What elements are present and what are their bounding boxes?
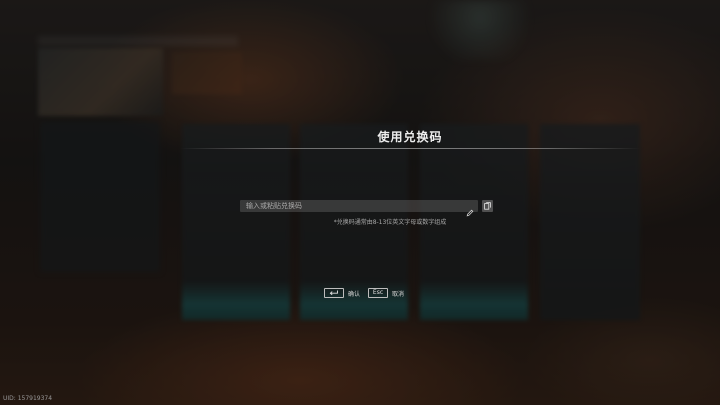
pencil-icon[interactable] <box>466 202 474 217</box>
redeem-code-dialog: 使用兑换码 *兑换码通常由8-13位英文字母或数字组成 <box>180 120 640 320</box>
confirm-label: 确认 <box>348 290 361 298</box>
paste-button[interactable] <box>482 200 493 212</box>
esc-key-badge: Esc <box>368 288 389 298</box>
enter-key-icon <box>327 290 341 296</box>
cancel-button[interactable]: Esc 取消 <box>368 288 404 298</box>
redeem-code-field[interactable] <box>240 200 478 217</box>
redeem-code-input[interactable] <box>240 200 466 212</box>
code-format-hint: *兑换码通常由8-13位英文字母或数字组成 <box>333 219 447 226</box>
dialog-actions: 确认 Esc 取消 <box>324 288 412 298</box>
player-uid: UID: 157919374 <box>3 395 53 402</box>
title-divider <box>180 148 640 149</box>
dialog-title: 使用兑换码 <box>377 130 443 144</box>
enter-key-badge <box>324 288 344 298</box>
game-screen: 使用兑换码 *兑换码通常由8-13位英文字母或数字组成 <box>0 0 720 405</box>
cancel-label: 取消 <box>392 290 405 298</box>
confirm-button[interactable]: 确认 <box>324 288 360 298</box>
